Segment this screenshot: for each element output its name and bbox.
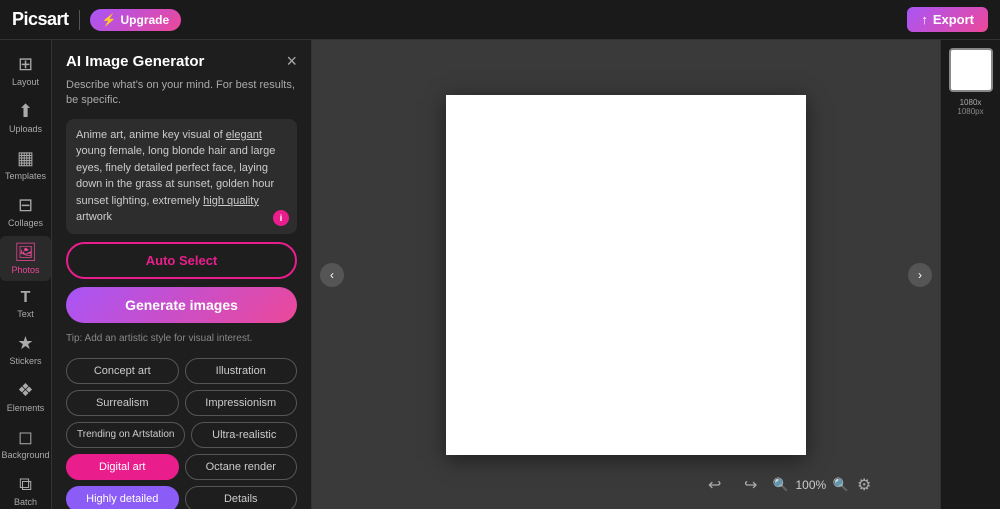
tip-text: Tip: Add an artistic style for visual in… xyxy=(52,333,311,354)
upgrade-button[interactable]: ⚡ Upgrade xyxy=(90,9,182,31)
prompt-quality: high quality xyxy=(203,195,259,207)
tag-row-4: Highly detailed Details xyxy=(66,486,297,509)
canvas-area: ‹ › ↩ ↪ 🔍 100% 🔍 ⚙ xyxy=(312,40,940,509)
topbar-divider xyxy=(79,10,80,30)
topbar-left: Picsart ⚡ Upgrade xyxy=(12,9,181,31)
photos-icon: 🖼 xyxy=(14,242,37,263)
batch-icon: ⧉ xyxy=(19,474,32,495)
templates-icon: ▦ xyxy=(17,148,34,169)
sidebar-item-layout[interactable]: ⊞ Layout xyxy=(0,48,51,93)
zoom-value: 100% xyxy=(793,478,829,492)
elements-label: Elements xyxy=(7,403,45,413)
panel-header: AI Image Generator × xyxy=(52,40,311,78)
tag-trending[interactable]: Trending on Artstation xyxy=(66,422,185,448)
undo-button[interactable]: ↩ xyxy=(701,471,729,499)
generate-images-button[interactable]: Generate images xyxy=(66,287,297,323)
tag-highly-detailed[interactable]: Highly detailed xyxy=(66,486,179,509)
export-icon: ↑ xyxy=(921,12,928,27)
sidebar-icons: ⊞ Layout ⬆ Uploads ▦ Templates ⊟ Collage… xyxy=(0,40,52,509)
canvas xyxy=(446,95,806,455)
right-panel: 1080x 1080px xyxy=(940,40,1000,509)
picsart-logo: Picsart xyxy=(12,9,69,30)
canvas-size-label: 1080x xyxy=(960,98,982,107)
export-button[interactable]: ↑ Export xyxy=(907,7,988,32)
export-label: Export xyxy=(933,12,974,27)
sidebar-item-text[interactable]: T Text xyxy=(0,283,51,325)
prompt-elegant: elegant xyxy=(226,129,262,141)
uploads-icon: ⬆ xyxy=(18,101,33,122)
text-icon: T xyxy=(21,289,31,307)
elements-icon: ❖ xyxy=(17,380,33,401)
tag-surrealism[interactable]: Surrealism xyxy=(66,390,179,416)
lightning-icon: ⚡ xyxy=(102,13,117,27)
uploads-label: Uploads xyxy=(9,124,42,134)
sidebar-item-uploads[interactable]: ⬆ Uploads xyxy=(0,95,51,140)
ai-image-generator-panel: AI Image Generator × Describe what's on … xyxy=(52,40,312,509)
tag-row-1: Surrealism Impressionism xyxy=(66,390,297,416)
prompt-info-icon[interactable]: i xyxy=(273,210,289,226)
close-button[interactable]: × xyxy=(286,52,297,70)
canvas-dims: 1080px xyxy=(957,107,983,116)
photos-label: Photos xyxy=(11,265,39,275)
topbar: Picsart ⚡ Upgrade ↑ Export xyxy=(0,0,1000,40)
zoom-in-icon[interactable]: 🔍 xyxy=(833,477,849,493)
tag-octane-render[interactable]: Octane render xyxy=(185,454,298,480)
batch-label: Batch xyxy=(14,497,37,507)
sidebar-item-elements[interactable]: ❖ Elements xyxy=(0,374,51,419)
bottom-toolbar: ↩ ↪ 🔍 100% 🔍 ⚙ xyxy=(701,471,872,499)
tag-illustration[interactable]: Illustration xyxy=(185,358,298,384)
tag-row-2: Trending on Artstation Ultra-realistic xyxy=(66,422,297,448)
settings-icon[interactable]: ⚙ xyxy=(857,475,871,495)
main-layout: ⊞ Layout ⬆ Uploads ▦ Templates ⊟ Collage… xyxy=(0,40,1000,509)
background-label: Background xyxy=(1,450,49,460)
auto-select-button[interactable]: Auto Select xyxy=(66,242,297,279)
zoom-out-icon[interactable]: 🔍 xyxy=(773,477,789,493)
style-tags-area: Concept art Illustration Surrealism Impr… xyxy=(52,354,311,509)
templates-label: Templates xyxy=(5,171,46,181)
upgrade-label: Upgrade xyxy=(121,13,170,27)
redo-button[interactable]: ↪ xyxy=(737,471,765,499)
canvas-nav-right-button[interactable]: › xyxy=(908,263,932,287)
collages-icon: ⊟ xyxy=(18,195,33,216)
panel-title: AI Image Generator xyxy=(66,53,204,70)
sidebar-item-templates[interactable]: ▦ Templates xyxy=(0,142,51,187)
prompt-area: Anime art, anime key visual of elegant y… xyxy=(66,119,297,234)
tag-digital-art[interactable]: Digital art xyxy=(66,454,179,480)
tag-impressionism[interactable]: Impressionism xyxy=(185,390,298,416)
tag-ultra-realistic[interactable]: Ultra-realistic xyxy=(191,422,297,448)
prompt-text: Anime art, anime key visual of elegant y… xyxy=(76,127,287,226)
layout-icon: ⊞ xyxy=(18,54,33,75)
sidebar-item-collages[interactable]: ⊟ Collages xyxy=(0,189,51,234)
zoom-display: 🔍 100% 🔍 xyxy=(773,477,849,493)
stickers-icon: ★ xyxy=(17,333,33,354)
background-icon: ◻ xyxy=(18,427,33,448)
collages-label: Collages xyxy=(8,218,43,228)
tag-row-0: Concept art Illustration xyxy=(66,358,297,384)
panel-description: Describe what's on your mind. For best r… xyxy=(52,78,311,119)
canvas-nav-left-button[interactable]: ‹ xyxy=(320,263,344,287)
text-label: Text xyxy=(17,309,34,319)
sidebar-item-photos[interactable]: 🖼 Photos xyxy=(0,236,51,281)
tag-details[interactable]: Details xyxy=(185,486,298,509)
sidebar-item-stickers[interactable]: ★ Stickers xyxy=(0,327,51,372)
sidebar-item-background[interactable]: ◻ Background xyxy=(0,421,51,466)
tag-row-3: Digital art Octane render xyxy=(66,454,297,480)
layout-label: Layout xyxy=(12,77,39,87)
sidebar-item-batch[interactable]: ⧉ Batch xyxy=(0,468,51,509)
canvas-thumbnail[interactable] xyxy=(949,48,993,92)
tag-concept-art[interactable]: Concept art xyxy=(66,358,179,384)
stickers-label: Stickers xyxy=(9,356,41,366)
